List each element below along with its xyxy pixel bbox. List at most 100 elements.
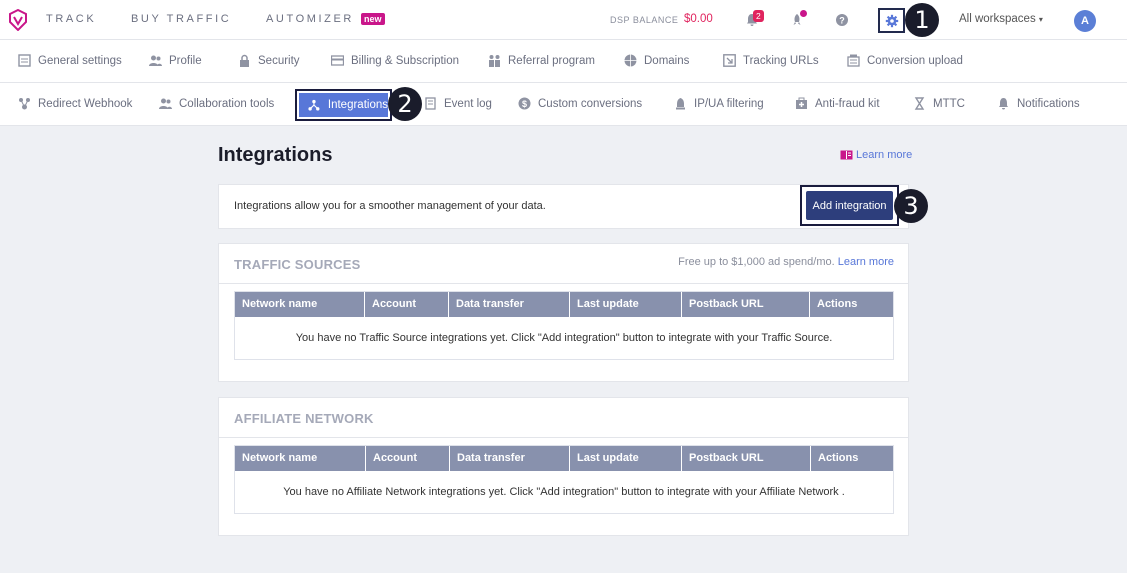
integrations-icon <box>308 99 320 111</box>
referral-icon <box>489 55 500 67</box>
lock-icon <box>240 54 249 67</box>
tab-ip-ua-filtering[interactable]: IP/UA filtering <box>674 97 764 110</box>
column-header[interactable]: Actions <box>811 446 894 471</box>
column-header[interactable]: Last update <box>570 446 682 471</box>
globe-icon <box>624 54 637 67</box>
tab-domains[interactable]: Domains <box>624 54 689 67</box>
tab-label: Anti-fraud kit <box>815 97 880 110</box>
tab-label: Collaboration tools <box>179 97 275 110</box>
dsp-balance-value: $0.00 <box>684 13 713 25</box>
traffic-sources-learn-more-link[interactable]: Learn more <box>838 256 894 268</box>
top-bar: TRACK BUY TRAFFIC AUTOMIZER new DSP BALA… <box>0 0 1127 40</box>
team-icon <box>159 98 172 109</box>
tab-label: MTTC <box>933 97 965 110</box>
nav-automizer[interactable]: AUTOMIZER <box>266 13 354 25</box>
tab-integrations[interactable]: Integrations <box>295 89 392 121</box>
section-title: TRAFFIC SOURCES <box>234 257 361 272</box>
column-header[interactable]: Data transfer <box>450 446 570 471</box>
tab-label: Referral program <box>508 54 595 67</box>
tab-label: Tracking URLs <box>743 54 819 67</box>
settings-button[interactable] <box>878 8 905 33</box>
svg-text:?: ? <box>839 16 845 26</box>
help-icon[interactable]: ? <box>832 10 852 30</box>
tab-referral[interactable]: Referral program <box>488 54 595 67</box>
column-header[interactable]: Actions <box>810 292 894 317</box>
column-header[interactable]: Network name <box>235 292 365 317</box>
tab-conversion-upload[interactable]: Conversion upload <box>847 54 963 67</box>
workspace-dropdown[interactable]: All workspaces ▾ <box>959 13 1043 25</box>
svg-text:$: $ <box>522 99 527 109</box>
add-integration-highlight: Add integration <box>800 185 899 226</box>
table-header: Network name Account Data transfer Last … <box>235 446 893 471</box>
note-text: Free up to $1,000 ad spend/mo. <box>678 256 835 268</box>
step-marker-2: 2 <box>388 87 422 121</box>
tab-billing[interactable]: Billing & Subscription <box>331 54 459 67</box>
tab-mttc[interactable]: MTTC <box>913 97 965 110</box>
tab-label: Profile <box>169 54 202 67</box>
tab-custom-conversions[interactable]: $ Custom conversions <box>518 97 642 110</box>
shield-icon <box>796 97 807 109</box>
dollar-icon: $ <box>518 97 531 110</box>
hourglass-icon <box>914 97 925 110</box>
table-header: Network name Account Data transfer Last … <box>235 292 893 317</box>
notification-count-badge: 2 <box>753 10 764 22</box>
learn-more-link[interactable]: Learn more <box>840 149 912 161</box>
link-icon <box>723 54 736 67</box>
affiliate-network-table: Network name Account Data transfer Last … <box>234 445 894 514</box>
gear-icon <box>885 14 898 27</box>
affiliate-network-section: AFFILIATE NETWORK Network name Account D… <box>218 397 909 536</box>
add-integration-button[interactable]: Add integration <box>806 191 893 220</box>
webhook-icon <box>19 98 30 110</box>
nav-buy-traffic[interactable]: BUY TRAFFIC <box>131 13 231 25</box>
step-marker-1: 1 <box>905 3 939 37</box>
tab-collaboration-tools[interactable]: Collaboration tools <box>159 97 274 110</box>
tab-tracking-urls[interactable]: Tracking URLs <box>723 54 819 67</box>
card-icon <box>331 55 344 66</box>
tab-label: Integrations <box>327 99 388 111</box>
rocket-dot <box>800 10 807 17</box>
tab-label: Event log <box>444 97 492 110</box>
empty-state-text: You have no Traffic Source integrations … <box>295 332 833 344</box>
section-title: AFFILIATE NETWORK <box>234 411 374 426</box>
tab-anti-fraud-kit[interactable]: Anti-fraud kit <box>795 97 880 110</box>
tab-label: Domains <box>644 54 690 67</box>
filter-icon <box>676 98 685 110</box>
tab-profile[interactable]: Profile <box>149 54 202 67</box>
tab-notifications[interactable]: Notifications <box>997 97 1080 110</box>
traffic-sources-table: Network name Account Data transfer Last … <box>234 291 894 360</box>
tab-label: Billing & Subscription <box>351 54 460 67</box>
tab-label: Custom conversions <box>538 97 643 110</box>
divider <box>219 283 908 284</box>
column-header[interactable]: Account <box>365 292 449 317</box>
column-header[interactable]: Data transfer <box>449 292 570 317</box>
tab-general-settings[interactable]: General settings <box>18 54 122 67</box>
logo-icon[interactable] <box>9 9 27 31</box>
page-title: Integrations <box>218 144 333 166</box>
column-header[interactable]: Network name <box>235 446 366 471</box>
tab-label: Conversion upload <box>867 54 963 67</box>
log-icon <box>425 97 436 110</box>
nav-track[interactable]: TRACK <box>46 13 96 25</box>
users-icon <box>149 55 162 66</box>
column-header[interactable]: Account <box>366 446 450 471</box>
tab-label: Redirect Webhook <box>38 97 133 110</box>
sliders-icon <box>18 54 31 67</box>
traffic-sources-section: TRAFFIC SOURCES Free up to $1,000 ad spe… <box>218 243 909 382</box>
column-header[interactable]: Last update <box>570 292 682 317</box>
caret-down-icon: ▾ <box>1038 15 1043 24</box>
tab-label: IP/UA filtering <box>694 97 764 110</box>
tab-redirect-webhook[interactable]: Redirect Webhook <box>18 97 132 110</box>
avatar[interactable]: A <box>1074 10 1096 32</box>
learn-more-label: Learn more <box>856 149 913 161</box>
tab-label: Security <box>258 54 300 67</box>
bell-icon <box>999 98 1008 110</box>
settings-tabs-row-2: Redirect Webhook Collaboration tools Int… <box>0 83 1127 126</box>
tab-event-log[interactable]: Event log <box>424 97 492 110</box>
dsp-balance-label: DSP BALANCE <box>610 15 679 25</box>
column-header[interactable]: Postback URL <box>682 446 811 471</box>
tab-security[interactable]: Security <box>238 54 300 67</box>
tab-label: General settings <box>38 54 122 67</box>
workspace-label: All workspaces <box>959 13 1036 25</box>
divider <box>219 437 908 438</box>
column-header[interactable]: Postback URL <box>682 292 810 317</box>
